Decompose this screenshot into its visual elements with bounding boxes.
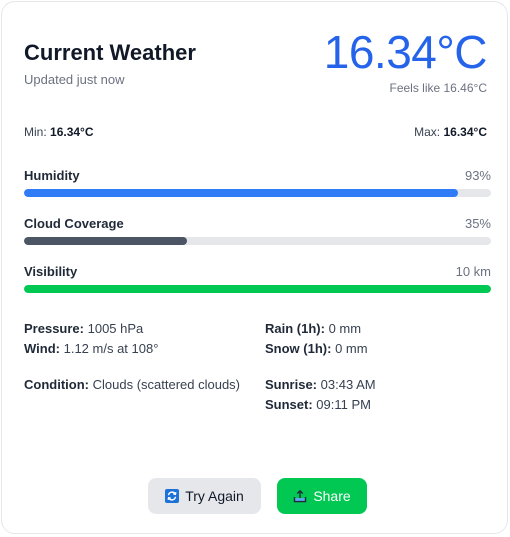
humidity-bar-fill [24, 189, 459, 197]
pressure-label: Pressure: [24, 321, 84, 336]
min-temperature: Min: 16.34°C [24, 125, 94, 139]
max-temperature: Max: 16.34°C [414, 125, 487, 139]
min-label: Min: [24, 125, 47, 139]
visibility-bar-track [24, 285, 491, 293]
sunrise-info: Sunrise: 03:43 AM [265, 377, 376, 392]
visibility-bar-fill [24, 285, 491, 293]
wind-value: 1.12 m/s at 108° [63, 341, 159, 356]
feels-like-text: Feels like 16.46°C [389, 81, 487, 95]
cloud-coverage-bar-track [24, 237, 491, 245]
pressure-info: Pressure: 1005 hPa [24, 321, 143, 336]
visibility-value: 10 km [455, 264, 491, 279]
snow-info: Snow (1h): 0 mm [265, 341, 368, 356]
rain-value: 0 mm [328, 321, 362, 336]
snow-label: Snow (1h): [265, 341, 332, 356]
share-label: Share [313, 488, 351, 504]
sunrise-value: 03:43 AM [320, 377, 376, 392]
share-button[interactable]: Share [277, 478, 367, 514]
humidity-bar-track [24, 189, 491, 197]
visibility-label: Visibility [24, 264, 78, 279]
sunset-value: 09:11 PM [316, 397, 371, 412]
condition-value: Clouds (scattered clouds) [92, 377, 241, 392]
try-again-button[interactable]: Try Again [148, 478, 261, 514]
rain-info: Rain (1h): 0 mm [265, 321, 361, 336]
cloud-coverage-value: 35% [464, 216, 491, 231]
share-upload-icon [294, 489, 307, 503]
sunrise-label: Sunrise: [265, 377, 318, 392]
card-title: Current Weather [24, 40, 196, 65]
humidity-value: 93% [464, 168, 491, 183]
refresh-icon [165, 489, 180, 503]
humidity-label: Humidity [24, 168, 80, 183]
current-temperature: 16.34°C [323, 26, 488, 78]
max-label: Max: [414, 125, 441, 139]
condition-info: Condition: Clouds (scattered clouds) [24, 377, 240, 392]
pressure-value: 1005 hPa [87, 321, 144, 336]
cloud-coverage-bar-fill [24, 237, 188, 245]
sunset-info: Sunset: 09:11 PM [265, 397, 371, 412]
weather-card: Current Weather Updated just now 16.34°C… [1, 1, 508, 534]
min-value: 16.34°C [50, 125, 94, 139]
sunset-label: Sunset: [265, 397, 313, 412]
cloud-coverage-label: Cloud Coverage [24, 216, 124, 231]
condition-label: Condition: [24, 377, 89, 392]
rain-label: Rain (1h): [265, 321, 325, 336]
wind-label: Wind: [24, 341, 60, 356]
updated-text: Updated just now [24, 72, 125, 87]
max-value: 16.34°C [443, 125, 488, 139]
wind-info: Wind: 1.12 m/s at 108° [24, 341, 158, 356]
snow-value: 0 mm [335, 341, 368, 356]
try-again-label: Try Again [185, 488, 244, 504]
